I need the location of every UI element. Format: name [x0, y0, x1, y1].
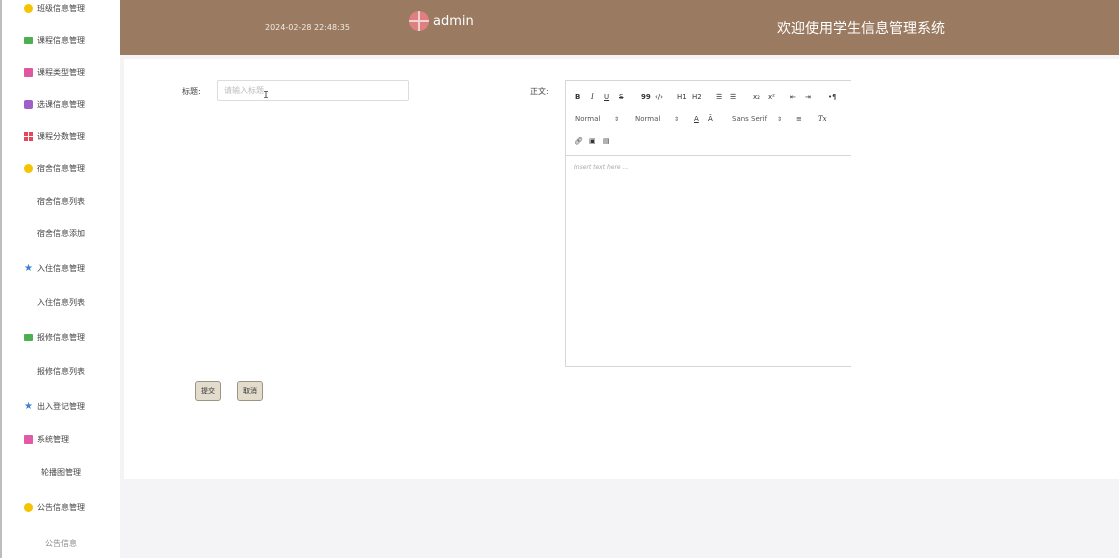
avatar — [409, 11, 429, 31]
sidebar-item-label: 入住信息列表 — [37, 297, 85, 307]
font-select[interactable]: Sans Serif — [732, 115, 767, 123]
sidebar-item-label: 班级信息管理 — [37, 3, 85, 13]
bullet-list-button[interactable]: ☰ — [730, 93, 736, 101]
cancel-button[interactable]: 取消 — [237, 381, 263, 401]
text-direction-button[interactable]: •¶ — [828, 93, 837, 101]
sidebar-item-class-info[interactable]: 班级信息管理 — [2, 0, 120, 19]
sidebar-item-carousel[interactable]: 轮播图管理 — [2, 461, 120, 483]
superscript-button[interactable]: x² — [768, 93, 775, 101]
sidebar-item-label: 课程信息管理 — [37, 35, 85, 45]
sidebar-item-label: 公告信息管理 — [37, 502, 85, 512]
submit-button[interactable]: 提交 — [195, 381, 221, 401]
chevron-updown-icon: ⇕ — [674, 116, 680, 123]
sidebar-item-course-info[interactable]: 课程信息管理 — [2, 29, 120, 51]
background-color-button[interactable]: Ā — [708, 115, 713, 123]
bold-button[interactable]: B — [575, 93, 580, 101]
title-label: 标题: — [182, 87, 201, 96]
sidebar-item-course-selection[interactable]: 选课信息管理 — [2, 93, 120, 115]
link-icon[interactable]: 🔗︎ — [574, 137, 583, 145]
message-icon — [24, 333, 33, 341]
sidebar-item-repair-list[interactable]: 报修信息列表 — [2, 360, 120, 382]
align-button[interactable]: ≡ — [796, 115, 802, 123]
book-icon — [24, 67, 33, 77]
sidebar-item-label: 课程类型管理 — [37, 67, 85, 77]
header-select[interactable]: Normal — [635, 115, 660, 123]
code-block-button[interactable]: ‹/› — [655, 93, 663, 101]
sidebar-item-checkin-list[interactable]: 入住信息列表 — [2, 291, 120, 313]
username: admin — [433, 13, 474, 29]
sidebar-item-dorm-info[interactable]: 宿舍信息管理 — [2, 157, 120, 179]
sidebar-item-label: 系统管理 — [37, 434, 69, 444]
sidebar-item-course-type[interactable]: 课程类型管理 — [2, 61, 120, 83]
grid-icon — [24, 131, 33, 141]
star-icon: ★ — [24, 400, 33, 412]
system-icon — [24, 434, 33, 444]
sidebar-item-label: 入住信息管理 — [37, 263, 85, 273]
outdent-button[interactable]: ⇤ — [790, 93, 796, 101]
subscript-button[interactable]: x₂ — [753, 93, 760, 101]
sidebar-item-dorm-list[interactable]: 宿舍信息列表 — [2, 190, 120, 212]
user-menu[interactable]: admin — [409, 11, 474, 31]
sidebar-item-label: 公告信息 — [45, 538, 77, 548]
chevron-updown-icon: ⇕ — [614, 116, 620, 123]
header-datetime: 2024-02-28 22:48:35 — [265, 23, 350, 32]
editor-content-area[interactable]: Insert text here ... — [574, 164, 628, 171]
sidebar-item-access-log[interactable]: ★ 出入登记管理 — [2, 395, 120, 417]
text-cursor-icon: I — [263, 90, 270, 101]
image-icon[interactable]: ▣ — [589, 137, 596, 145]
video-icon[interactable]: ▤ — [603, 137, 610, 145]
sidebar-item-label: 出入登记管理 — [37, 401, 85, 411]
sidebar-item-label: 报修信息列表 — [37, 366, 85, 376]
size-select[interactable]: Normal — [575, 115, 600, 123]
sidebar-item-label: 课程分数管理 — [37, 131, 85, 141]
circle-icon — [24, 502, 33, 512]
system-title: 欢迎使用学生信息管理系统 — [777, 21, 945, 37]
sidebar-item-system[interactable]: 系统管理 — [2, 428, 120, 450]
sidebar-item-notice[interactable]: 公告信息 — [2, 532, 120, 554]
chevron-updown-icon: ⇕ — [777, 116, 783, 123]
rich-text-editor: B I U S 99 ‹/› H1 H2 ☰ ☰ x₂ x² ⇤ ⇥ •¶ No… — [565, 80, 851, 367]
circle-icon — [24, 3, 33, 13]
main-area: 标题: I 正文: B I U S 99 ‹/› H1 H2 ☰ ☰ x₂ x²… — [120, 55, 1119, 558]
sidebar-item-repair-info[interactable]: 报修信息管理 — [2, 326, 120, 348]
font-color-button[interactable]: A — [694, 115, 699, 123]
strike-button[interactable]: S — [619, 93, 623, 101]
sidebar-item-checkin-info[interactable]: ★ 入住信息管理 — [2, 257, 120, 279]
header2-button[interactable]: H2 — [692, 93, 702, 101]
sidebar-item-label: 宿舍信息添加 — [37, 228, 85, 238]
sidebar-item-label: 宿舍信息管理 — [37, 163, 85, 173]
sidebar-item-label: 宿舍信息列表 — [37, 196, 85, 206]
sidebar-item-course-score[interactable]: 课程分数管理 — [2, 125, 120, 147]
database-icon — [24, 99, 33, 109]
italic-button[interactable]: I — [591, 93, 594, 101]
underline-button[interactable]: U — [604, 93, 609, 101]
star-icon: ★ — [24, 262, 33, 274]
form-card: 标题: I 正文: B I U S 99 ‹/› H1 H2 ☰ ☰ x₂ x²… — [124, 59, 1119, 479]
indent-button[interactable]: ⇥ — [805, 93, 811, 101]
sidebar-item-label: 轮播图管理 — [41, 467, 81, 477]
top-header: 2024-02-28 22:48:35 admin 欢迎使用学生信息管理系统 — [120, 0, 1119, 55]
sidebar-item-notice-info[interactable]: 公告信息管理 — [2, 496, 120, 518]
ordered-list-button[interactable]: ☰ — [716, 93, 722, 101]
circle-icon — [24, 163, 33, 173]
title-input[interactable] — [217, 80, 409, 101]
editor-toolbar: B I U S 99 ‹/› H1 H2 ☰ ☰ x₂ x² ⇤ ⇥ •¶ No… — [566, 81, 851, 156]
message-icon — [24, 36, 33, 44]
sidebar: 班级信息管理 课程信息管理 课程类型管理 选课信息管理 课程分数管理 宿舍信息管… — [2, 0, 120, 558]
header1-button[interactable]: H1 — [677, 93, 687, 101]
sidebar-item-label: 选课信息管理 — [37, 99, 85, 109]
blockquote-button[interactable]: 99 — [641, 93, 651, 101]
body-label: 正文: — [530, 87, 549, 96]
clean-format-button[interactable]: Tx — [818, 115, 827, 123]
sidebar-item-dorm-add[interactable]: 宿舍信息添加 — [2, 222, 120, 244]
sidebar-item-label: 报修信息管理 — [37, 332, 85, 342]
